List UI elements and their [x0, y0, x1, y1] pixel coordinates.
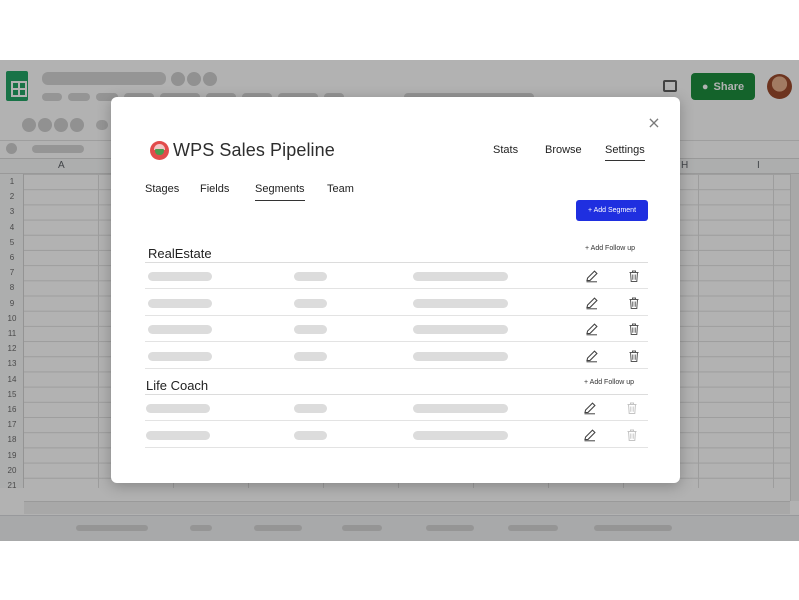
add-segment-button[interactable]: + Add Segment [576, 200, 648, 221]
tab-stages[interactable]: Stages [145, 183, 179, 200]
tab-team[interactable]: Team [327, 183, 354, 200]
edit-icon[interactable] [583, 401, 597, 415]
text-placeholder [413, 404, 508, 413]
text-placeholder [146, 404, 210, 413]
tab-fields[interactable]: Fields [200, 183, 229, 200]
segment-row [145, 290, 648, 316]
tab-segments[interactable]: Segments [255, 183, 305, 201]
edit-icon[interactable] [583, 428, 597, 442]
text-placeholder [148, 325, 212, 334]
nav-settings[interactable]: Settings [605, 144, 645, 161]
text-placeholder [413, 272, 508, 281]
add-follow-up-button[interactable]: + Add Follow up [584, 379, 634, 386]
screen: ● Share A H I 1 2 3 4 5 6 7 8 9 10 11 12 13 14 15 16 17 1… [0, 0, 799, 600]
text-placeholder [148, 298, 212, 308]
segment-title: RealEstate [148, 246, 212, 261]
trash-icon[interactable] [627, 349, 641, 363]
text-placeholder [148, 272, 212, 281]
text-placeholder [413, 298, 508, 308]
text-placeholder [148, 351, 212, 361]
text-placeholder [146, 430, 210, 440]
segment-row [145, 395, 648, 421]
segment-title: Life Coach [146, 378, 209, 393]
text-placeholder [294, 351, 327, 361]
trash-icon[interactable] [627, 269, 641, 283]
segment-row [145, 422, 648, 448]
segment-row [145, 263, 648, 289]
nav-browse[interactable]: Browse [545, 144, 582, 160]
text-placeholder [294, 404, 327, 413]
brand-header: WPS Sales Pipeline [150, 140, 335, 161]
settings-modal: × WPS Sales Pipeline Stats Browse Settin… [111, 97, 680, 483]
edit-icon[interactable] [585, 296, 599, 310]
nav-stats[interactable]: Stats [493, 144, 518, 160]
edit-icon[interactable] [585, 269, 599, 283]
text-placeholder [294, 298, 327, 308]
trash-icon[interactable] [627, 322, 641, 336]
text-placeholder [294, 430, 327, 440]
page-title: WPS Sales Pipeline [173, 140, 335, 160]
text-placeholder [294, 325, 327, 334]
trash-icon[interactable] [627, 296, 641, 310]
text-placeholder [413, 430, 508, 440]
trash-icon [625, 428, 639, 442]
close-icon[interactable]: × [647, 115, 661, 131]
edit-icon[interactable] [585, 322, 599, 336]
segment-row [145, 343, 648, 369]
edit-icon[interactable] [585, 349, 599, 363]
text-placeholder [294, 272, 327, 281]
trash-icon [625, 401, 639, 415]
add-follow-up-button[interactable]: + Add Follow up [585, 245, 635, 252]
segment-row [145, 316, 648, 342]
text-placeholder [413, 351, 508, 361]
brand-logo-icon [150, 141, 169, 160]
text-placeholder [413, 325, 508, 334]
